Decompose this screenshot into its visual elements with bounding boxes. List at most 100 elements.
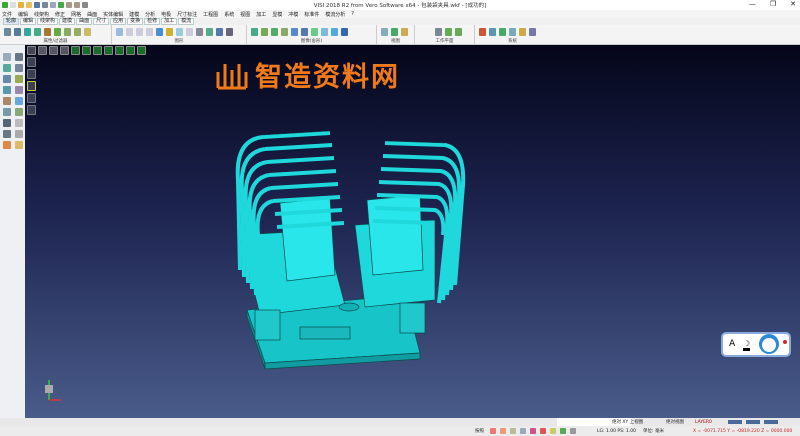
menu-help[interactable]: ? xyxy=(351,11,354,17)
tab-edit[interactable]: 编辑 xyxy=(20,18,37,25)
layout-icon[interactable] xyxy=(216,28,223,36)
tool-icon[interactable] xyxy=(15,75,23,83)
section-icon[interactable] xyxy=(321,28,328,36)
menu-edit[interactable]: 编辑 xyxy=(18,11,28,18)
cad-model[interactable] xyxy=(25,45,800,418)
menu-file[interactable]: 文件 xyxy=(2,11,12,18)
snap-icon[interactable] xyxy=(520,428,526,434)
menu-view[interactable]: 视图 xyxy=(240,11,250,18)
view-icon[interactable] xyxy=(116,28,123,36)
settings-icon[interactable] xyxy=(499,28,506,36)
tool-icon[interactable] xyxy=(15,97,23,105)
view-name[interactable]: 绝对视图 xyxy=(666,418,684,426)
snap-icon[interactable] xyxy=(550,428,556,434)
layer-icon[interactable] xyxy=(24,28,31,36)
tool-icon[interactable] xyxy=(3,75,11,83)
tab-repair[interactable]: 检修 xyxy=(144,18,161,25)
tab-flow[interactable]: 模流 xyxy=(178,18,195,25)
page-icon[interactable] xyxy=(146,28,153,36)
tool-icon[interactable] xyxy=(3,97,11,105)
tool-icon[interactable] xyxy=(3,108,11,116)
menu-drawing[interactable]: 工程图 xyxy=(203,11,218,18)
palette-icon[interactable] xyxy=(479,28,486,36)
tab-modeling[interactable]: 建模 xyxy=(59,18,76,25)
view-mode[interactable]: 绝对 XY 上视图 xyxy=(612,418,643,426)
tool-icon[interactable] xyxy=(15,53,23,61)
window-icon[interactable] xyxy=(156,28,163,36)
tab-wireframe[interactable]: 线架构 xyxy=(37,18,59,25)
menu-system[interactable]: 系统 xyxy=(224,11,234,18)
swatch[interactable] xyxy=(764,420,778,424)
hide-icon[interactable] xyxy=(64,28,71,36)
snap-icon[interactable] xyxy=(540,428,546,434)
workplane-icon[interactable] xyxy=(445,28,452,36)
shade-icon[interactable] xyxy=(281,28,288,36)
image-icon[interactable] xyxy=(489,28,496,36)
tool-icon[interactable] xyxy=(15,130,23,138)
swatch[interactable] xyxy=(728,420,742,424)
tool-icon[interactable] xyxy=(15,141,23,149)
tool-icon[interactable] xyxy=(15,64,23,72)
calendar-icon[interactable] xyxy=(509,28,516,36)
snap-icon[interactable] xyxy=(490,428,496,434)
box-icon[interactable] xyxy=(301,28,308,36)
minimize-button[interactable]: — xyxy=(749,0,756,8)
shade-icon[interactable] xyxy=(251,28,258,36)
menu-modify[interactable]: 修正 xyxy=(55,11,65,18)
menu-standard-parts[interactable]: 标准件 xyxy=(304,11,319,18)
tool-icon[interactable] xyxy=(3,141,11,149)
show-icon[interactable] xyxy=(54,28,61,36)
plot-icon[interactable] xyxy=(529,28,536,36)
tab-surface[interactable]: 曲面 xyxy=(76,18,93,25)
tool-icon[interactable] xyxy=(15,86,23,94)
network-icon[interactable] xyxy=(519,28,526,36)
tool-icon[interactable] xyxy=(15,119,23,127)
stack-icon[interactable] xyxy=(196,28,203,36)
snap-icon[interactable] xyxy=(530,428,536,434)
snap-icon[interactable] xyxy=(500,428,506,434)
tab-dimension[interactable]: 尺寸 xyxy=(93,18,110,25)
light-icon[interactable] xyxy=(311,28,318,36)
zoom-icon[interactable] xyxy=(401,28,408,36)
menu-wireframe[interactable]: 线架构 xyxy=(34,11,49,18)
tool-icon[interactable] xyxy=(3,86,11,94)
select-icon[interactable] xyxy=(74,28,81,36)
menu-electrode[interactable]: 电极 xyxy=(161,11,171,18)
style-icon[interactable] xyxy=(84,28,91,36)
color-icon[interactable] xyxy=(34,28,41,36)
tool-icon[interactable] xyxy=(15,108,23,116)
entity-icon[interactable] xyxy=(44,28,51,36)
grid-icon[interactable] xyxy=(206,28,213,36)
tool-icon[interactable] xyxy=(3,130,11,138)
orbit-icon[interactable] xyxy=(391,28,398,36)
material-icon[interactable] xyxy=(341,28,348,36)
snap-icon[interactable] xyxy=(510,428,516,434)
tool-icon[interactable] xyxy=(3,119,11,127)
menu-surface[interactable]: 曲面 xyxy=(87,11,97,18)
menu-analysis[interactable]: 分析 xyxy=(145,11,155,18)
highlight-icon[interactable] xyxy=(166,28,173,36)
menu-dimension[interactable]: 尺寸标注 xyxy=(177,11,197,18)
close-button[interactable]: ✕ xyxy=(790,0,796,8)
workplane-icon[interactable] xyxy=(435,28,442,36)
layer-indicator[interactable]: LAYER0 xyxy=(695,418,712,426)
menu-machining[interactable]: 加工 xyxy=(256,11,266,18)
page-icon[interactable] xyxy=(136,28,143,36)
tab-machining[interactable]: 加工 xyxy=(161,18,178,25)
menu-solid-edit[interactable]: 实体编辑 xyxy=(103,11,123,18)
filter-icon[interactable] xyxy=(4,28,11,36)
tool-icon[interactable] xyxy=(3,64,11,72)
frame-icon[interactable] xyxy=(176,28,183,36)
menu-modeling[interactable]: 建模 xyxy=(129,11,139,18)
maximize-button[interactable]: ❐ xyxy=(770,0,776,8)
snap-icon[interactable] xyxy=(560,428,566,434)
shade-icon[interactable] xyxy=(271,28,278,36)
workplane-icon[interactable] xyxy=(455,28,462,36)
rotate-icon[interactable] xyxy=(381,28,388,36)
tab-apply[interactable]: 应用 xyxy=(110,18,127,25)
menu-flow[interactable]: 模流分析 xyxy=(325,11,345,18)
clip-icon[interactable] xyxy=(331,28,338,36)
tab-profile[interactable]: 轮廓 xyxy=(3,18,20,25)
shade-icon[interactable] xyxy=(261,28,268,36)
attribute-icon[interactable] xyxy=(14,28,21,36)
